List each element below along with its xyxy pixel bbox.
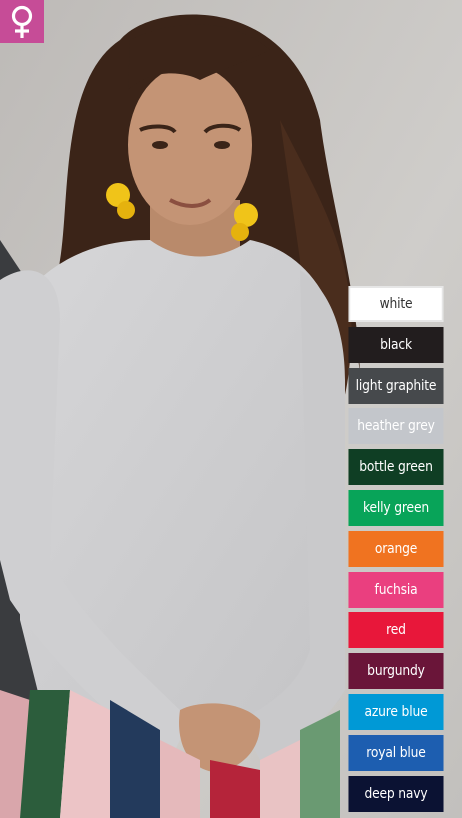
female-symbol-icon: [0, 0, 44, 43]
color-swatch-bottle-green[interactable]: bottle green: [348, 449, 444, 486]
color-swatch-azure-blue[interactable]: azure blue: [348, 693, 444, 730]
color-swatch-black[interactable]: black: [348, 326, 444, 363]
color-swatch-red[interactable]: red: [348, 612, 444, 649]
color-swatch-list: white black light graphite heather grey bott…: [342, 286, 450, 816]
color-swatch-heather-grey[interactable]: heather grey: [348, 408, 444, 445]
color-swatch-deep-navy[interactable]: deep navy: [348, 775, 444, 812]
color-swatch-burgundy[interactable]: burgundy: [348, 653, 444, 690]
color-swatch-fuchsia[interactable]: fuchsia: [348, 571, 444, 608]
color-swatch-light-graphite[interactable]: light graphite: [348, 367, 444, 404]
color-swatch-kelly-green[interactable]: kelly green: [348, 489, 444, 526]
color-swatch-royal-blue[interactable]: royal blue: [348, 734, 444, 771]
color-swatch-white[interactable]: white: [348, 286, 444, 322]
color-swatch-orange[interactable]: orange: [348, 530, 444, 567]
